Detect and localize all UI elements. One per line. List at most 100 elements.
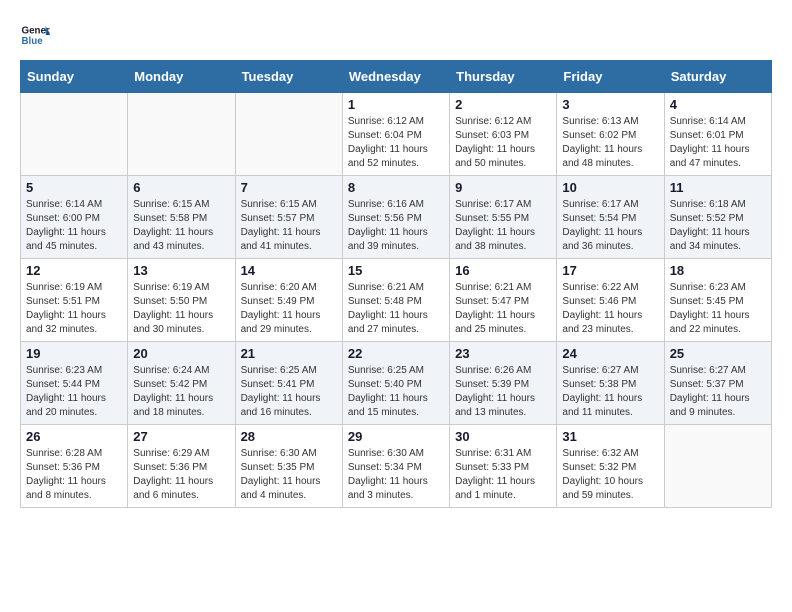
calendar-cell: 21Sunrise: 6:25 AMSunset: 5:41 PMDayligh…: [235, 342, 342, 425]
day-number: 2: [455, 97, 551, 112]
day-info: Sunrise: 6:12 AMSunset: 6:04 PMDaylight:…: [348, 115, 444, 171]
day-number: 10: [562, 180, 658, 195]
calendar-cell: 31 Sunrise: 6:32 AMSunset: 5:32 PMDayligh…: [557, 425, 664, 508]
day-number: 5: [26, 180, 122, 195]
calendar-cell: 5 Sunrise: 6:14 AMSunset: 6:00 PMDaylight…: [21, 176, 128, 259]
calendar-cell: 6 Sunrise: 6:15 AMSunset: 5:58 PMDaylight…: [128, 176, 235, 259]
calendar-cell: 9Sunrise: 6:17 AMSunset: 5:55 PMDaylight…: [450, 176, 557, 259]
day-info: Sunrise: 6:30 AMSunset: 5:34 PMDaylight:…: [348, 447, 444, 503]
day-number: 15: [348, 263, 444, 278]
day-number: 18: [670, 263, 766, 278]
calendar-cell: 23 Sunrise: 6:26 AMSunset: 5:39 PMDayligh…: [450, 342, 557, 425]
day-info: Sunrise: 6:15 AMSunset: 5:57 PMDaylight:…: [241, 198, 337, 254]
day-info: Sunrise: 6:31 AMSunset: 5:33 PMDaylight:…: [455, 447, 551, 503]
day-number: 13: [133, 263, 229, 278]
day-info: Sunrise: 6:26 AMSunset: 5:39 PMDaylight:…: [455, 364, 551, 420]
day-info: Sunrise: 6:30 AMSunset: 5:35 PMDaylight:…: [241, 447, 337, 503]
calendar-week-row: 19 Sunrise: 6:23 AMSunset: 5:44 PMDayligh…: [21, 342, 772, 425]
calendar-cell: [21, 93, 128, 176]
calendar-cell: 10 Sunrise: 6:17 AMSunset: 5:54 PMDayligh…: [557, 176, 664, 259]
day-number: 27: [133, 429, 229, 444]
day-number: 1: [348, 97, 444, 112]
calendar-cell: 7 Sunrise: 6:15 AMSunset: 5:57 PMDaylight…: [235, 176, 342, 259]
calendar-cell: 26 Sunrise: 6:28 AMSunset: 5:36 PMDayligh…: [21, 425, 128, 508]
svg-text:Blue: Blue: [22, 36, 44, 47]
calendar-cell: 30 Sunrise: 6:31 AMSunset: 5:33 PMDayligh…: [450, 425, 557, 508]
day-number: 12: [26, 263, 122, 278]
day-info: Sunrise: 6:25 AMSunset: 5:40 PMDaylight:…: [348, 364, 444, 420]
calendar-week-row: 1 Sunrise: 6:12 AMSunset: 6:04 PMDaylight…: [21, 93, 772, 176]
calendar-cell: 17 Sunrise: 6:22 AMSunset: 5:46 PMDayligh…: [557, 259, 664, 342]
day-info: Sunrise: 6:32 AMSunset: 5:32 PMDaylight:…: [562, 447, 658, 503]
day-info: Sunrise: 6:22 AMSunset: 5:46 PMDaylight:…: [562, 281, 658, 337]
day-number: 28: [241, 429, 337, 444]
day-info: Sunrise: 6:23 AMSunset: 5:44 PMDaylight:…: [26, 364, 122, 420]
calendar-cell: 8Sunrise: 6:16 AMSunset: 5:56 PMDaylight…: [342, 176, 449, 259]
day-number: 3: [562, 97, 658, 112]
weekday-header-sunday: Sunday: [21, 61, 128, 93]
day-info: Sunrise: 6:28 AMSunset: 5:36 PMDaylight:…: [26, 447, 122, 503]
day-number: 14: [241, 263, 337, 278]
calendar-cell: 4 Sunrise: 6:14 AMSunset: 6:01 PMDaylight…: [664, 93, 771, 176]
day-number: 30: [455, 429, 551, 444]
calendar-cell: 13Sunrise: 6:19 AMSunset: 5:50 PMDayligh…: [128, 259, 235, 342]
day-info: Sunrise: 6:20 AMSunset: 5:49 PMDaylight:…: [241, 281, 337, 337]
weekday-header-saturday: Saturday: [664, 61, 771, 93]
calendar-cell: 25 Sunrise: 6:27 AMSunset: 5:37 PMDayligh…: [664, 342, 771, 425]
day-info: Sunrise: 6:29 AMSunset: 5:36 PMDaylight:…: [133, 447, 229, 503]
calendar-header-row: SundayMondayTuesdayWednesdayThursdayFrid…: [21, 61, 772, 93]
day-info: Sunrise: 6:27 AMSunset: 5:37 PMDaylight:…: [670, 364, 766, 420]
day-number: 7: [241, 180, 337, 195]
calendar-cell: 2 Sunrise: 6:12 AMSunset: 6:03 PMDaylight…: [450, 93, 557, 176]
day-number: 19: [26, 346, 122, 361]
day-info: Sunrise: 6:23 AMSunset: 5:45 PMDaylight:…: [670, 281, 766, 337]
weekday-header-tuesday: Tuesday: [235, 61, 342, 93]
day-number: 11: [670, 180, 766, 195]
day-number: 8: [348, 180, 444, 195]
day-info: Sunrise: 6:17 AMSunset: 5:54 PMDaylight:…: [562, 198, 658, 254]
day-number: 9: [455, 180, 551, 195]
calendar-week-row: 5 Sunrise: 6:14 AMSunset: 6:00 PMDaylight…: [21, 176, 772, 259]
day-number: 16: [455, 263, 551, 278]
day-info: Sunrise: 6:14 AMSunset: 6:00 PMDaylight:…: [26, 198, 122, 254]
weekday-header-thursday: Thursday: [450, 61, 557, 93]
day-info: Sunrise: 6:19 AMSunset: 5:51 PMDaylight:…: [26, 281, 122, 337]
day-info: Sunrise: 6:14 AMSunset: 6:01 PMDaylight:…: [670, 115, 766, 171]
calendar-cell: [235, 93, 342, 176]
day-number: 20: [133, 346, 229, 361]
calendar-cell: 22 Sunrise: 6:25 AMSunset: 5:40 PMDayligh…: [342, 342, 449, 425]
day-number: 24: [562, 346, 658, 361]
day-info: Sunrise: 6:25 AMSunset: 5:41 PMDaylight:…: [241, 364, 337, 420]
calendar-cell: [664, 425, 771, 508]
day-number: 6: [133, 180, 229, 195]
calendar-cell: 14 Sunrise: 6:20 AMSunset: 5:49 PMDayligh…: [235, 259, 342, 342]
logo: General Blue: [20, 20, 54, 50]
calendar-cell: 15 Sunrise: 6:21 AMSunset: 5:48 PMDayligh…: [342, 259, 449, 342]
day-info: Sunrise: 6:21 AMSunset: 5:47 PMDaylight:…: [455, 281, 551, 337]
calendar-cell: 12 Sunrise: 6:19 AMSunset: 5:51 PMDayligh…: [21, 259, 128, 342]
day-info: Sunrise: 6:18 AMSunset: 5:52 PMDaylight:…: [670, 198, 766, 254]
day-info: Sunrise: 6:12 AMSunset: 6:03 PMDaylight:…: [455, 115, 551, 171]
day-number: 29: [348, 429, 444, 444]
day-info: Sunrise: 6:15 AMSunset: 5:58 PMDaylight:…: [133, 198, 229, 254]
day-info: Sunrise: 6:13 AMSunset: 6:02 PMDaylight:…: [562, 115, 658, 171]
calendar-cell: 29 Sunrise: 6:30 AMSunset: 5:34 PMDayligh…: [342, 425, 449, 508]
day-number: 4: [670, 97, 766, 112]
calendar-cell: [128, 93, 235, 176]
calendar-cell: 16 Sunrise: 6:21 AMSunset: 5:47 PMDayligh…: [450, 259, 557, 342]
day-info: Sunrise: 6:21 AMSunset: 5:48 PMDaylight:…: [348, 281, 444, 337]
weekday-header-friday: Friday: [557, 61, 664, 93]
day-number: 23: [455, 346, 551, 361]
day-info: Sunrise: 6:24 AMSunset: 5:42 PMDaylight:…: [133, 364, 229, 420]
day-number: 25: [670, 346, 766, 361]
calendar-cell: 3 Sunrise: 6:13 AMSunset: 6:02 PMDaylight…: [557, 93, 664, 176]
day-number: 22: [348, 346, 444, 361]
calendar-week-row: 26 Sunrise: 6:28 AMSunset: 5:36 PMDayligh…: [21, 425, 772, 508]
calendar-cell: 18 Sunrise: 6:23 AMSunset: 5:45 PMDayligh…: [664, 259, 771, 342]
calendar-cell: 19 Sunrise: 6:23 AMSunset: 5:44 PMDayligh…: [21, 342, 128, 425]
calendar-table: SundayMondayTuesdayWednesdayThursdayFrid…: [20, 60, 772, 508]
weekday-header-wednesday: Wednesday: [342, 61, 449, 93]
day-number: 17: [562, 263, 658, 278]
day-number: 31: [562, 429, 658, 444]
day-number: 26: [26, 429, 122, 444]
